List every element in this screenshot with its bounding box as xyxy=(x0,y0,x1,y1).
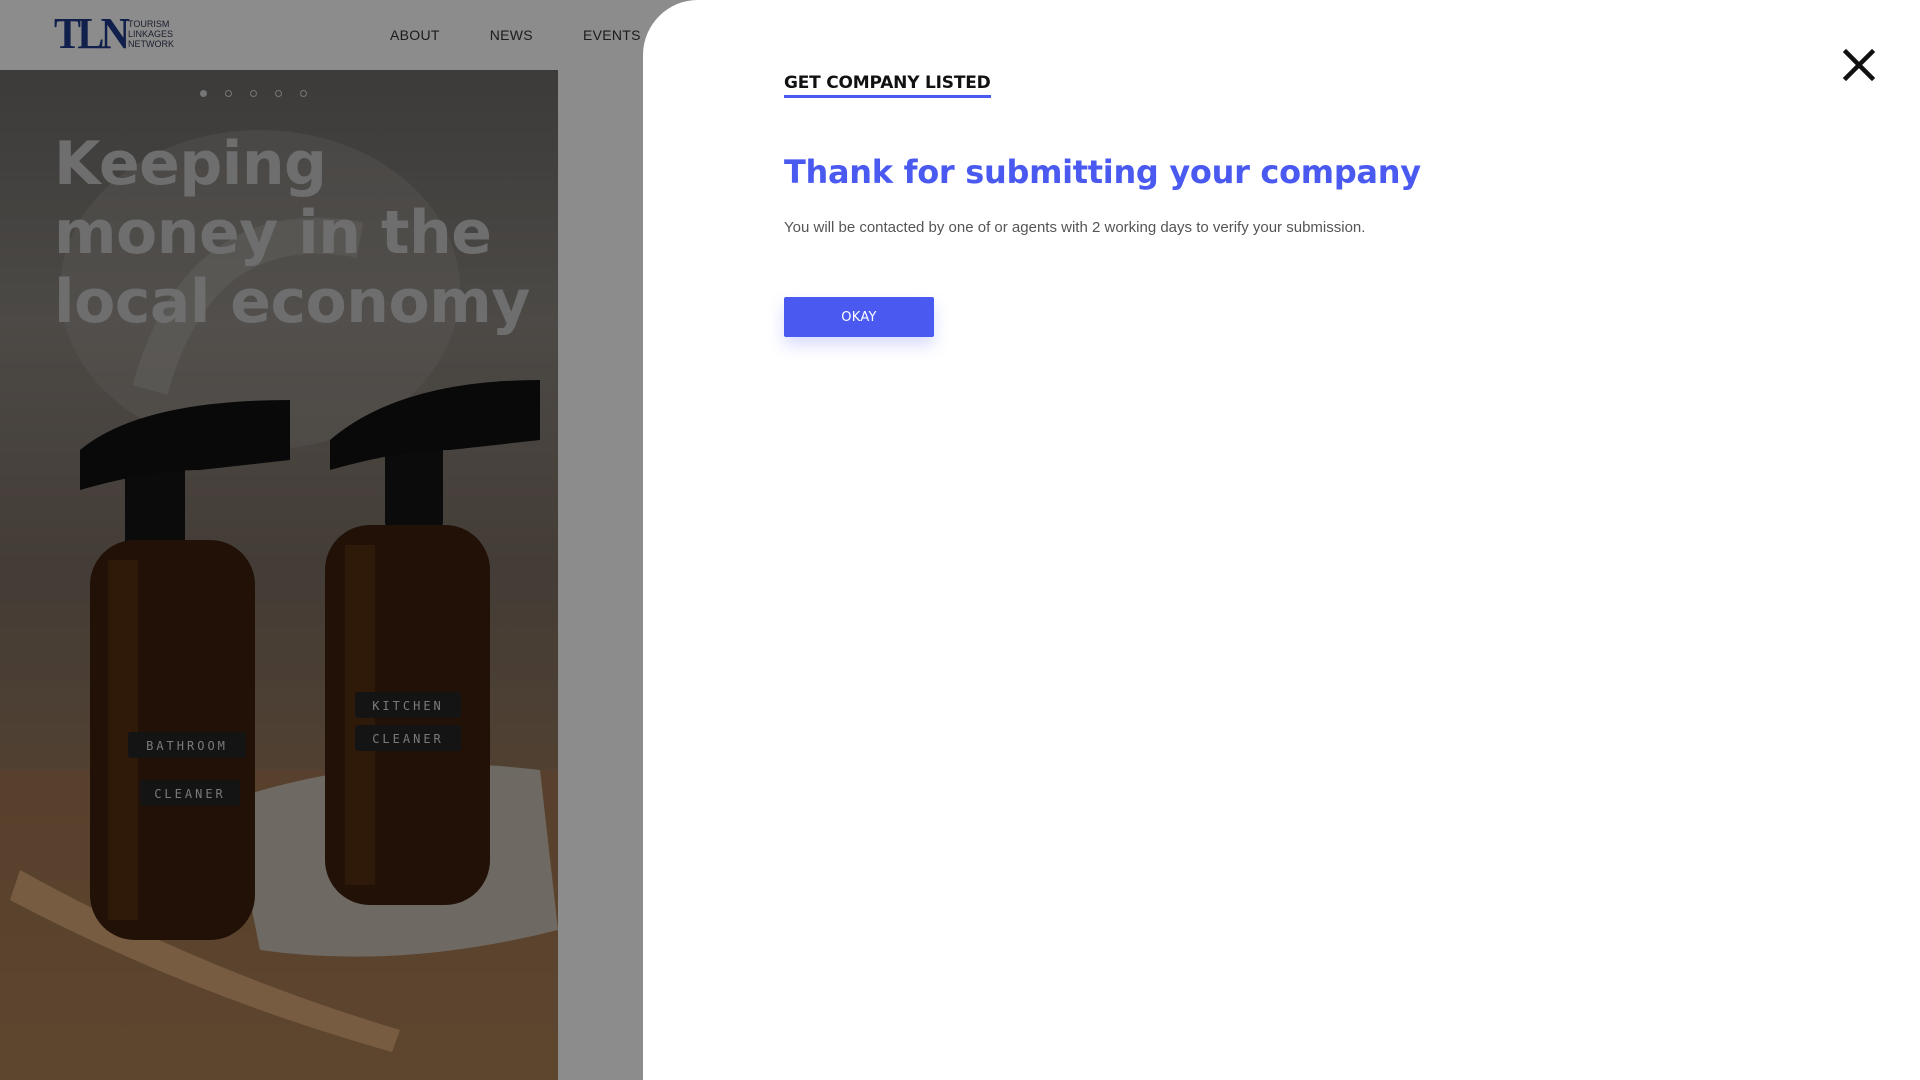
confirmation-message: You will be contacted by one of or agent… xyxy=(784,219,1366,236)
page: TLN TOURISM LINKAGES NETWORK ABOUT NEWS … xyxy=(0,0,1920,1080)
confirmation-title: Thank for submitting your company xyxy=(784,153,1421,191)
okay-button[interactable]: OKAY xyxy=(784,297,934,337)
modal-heading: GET COMPANY LISTED xyxy=(784,73,991,98)
company-listing-modal: GET COMPANY LISTED Thank for submitting … xyxy=(643,0,1920,1080)
close-icon[interactable] xyxy=(1842,48,1876,82)
